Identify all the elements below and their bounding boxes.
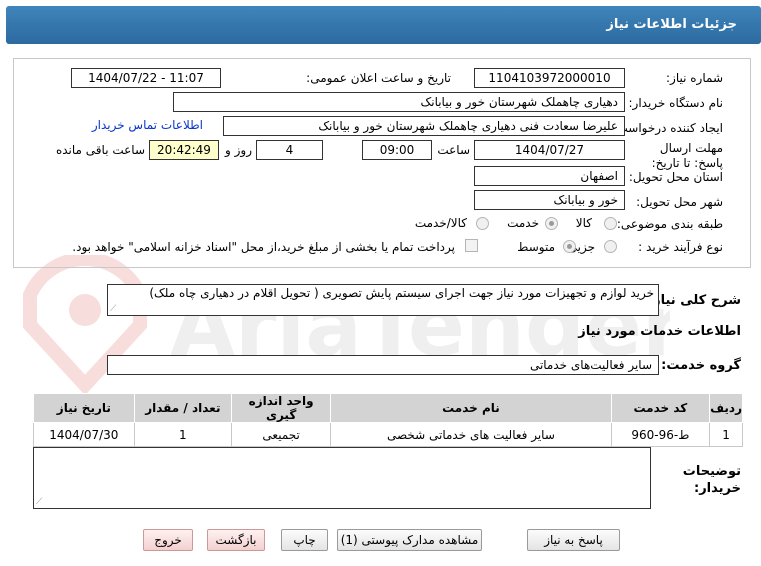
view-attachments-button[interactable]: مشاهده مدارک پیوستی (1) — [337, 529, 482, 551]
treasury-payment-checkbox[interactable] — [465, 239, 478, 252]
services-table: ردیف کد خدمت نام خدمت واحد اندازه گیری ت… — [33, 393, 743, 447]
cell-unit: تجمیعی — [230, 422, 332, 447]
buyer-org-label: نام دستگاه خریدار: — [628, 96, 724, 110]
cell-service-name: سایر فعالیت های خدماتی شخصی — [330, 422, 612, 447]
service-group-label: گروه خدمت: — [661, 358, 741, 373]
back-button[interactable]: بازگشت — [207, 529, 265, 551]
creator-field: علیرضا سعادت فنی دهیاری چاهملک شهرستان خ… — [223, 116, 625, 136]
day-and-label: روز و — [225, 143, 252, 157]
cell-need-date: 1404/07/30 — [33, 422, 135, 447]
city-label: شهر محل تحویل: — [636, 195, 723, 209]
buyer-contact-link[interactable]: اطلاعات تماس خریدار — [92, 118, 203, 132]
services-info-heading: اطلاعات خدمات مورد نیاز — [578, 324, 741, 339]
category-radio-service[interactable] — [545, 217, 558, 230]
description-field: خرید لوازم و تجهیزات مورد نیاز جهت اجرای… — [107, 284, 659, 316]
col-header-quantity: تعداد / مقدار — [133, 393, 232, 423]
creator-label: ایجاد کننده درخواست: — [612, 121, 723, 135]
deadline-time-field: 09:00 — [362, 140, 432, 160]
cell-quantity: 1 — [133, 422, 232, 447]
province-field: اصفهان — [474, 166, 625, 186]
category-option-goods: کالا — [575, 216, 592, 230]
buyer-notes-field[interactable]: ⟋ — [33, 447, 651, 509]
description-label: شرح کلی نیاز: — [647, 293, 741, 308]
page-header: جزئیات اطلاعات نیاز — [6, 6, 761, 44]
deadline-time-label: ساعت — [437, 143, 470, 157]
treasury-payment-note: پرداخت تمام یا بخشی از مبلغ خرید،از محل … — [72, 240, 455, 254]
process-option-medium: متوسط — [517, 240, 555, 254]
need-number-field: 1104103972000010 — [474, 68, 625, 88]
buyer-org-field: دهیاری چاهملک شهرستان خور و بیابانک — [173, 92, 625, 112]
process-radio-minor[interactable] — [604, 240, 617, 253]
category-radio-goods[interactable] — [604, 217, 617, 230]
reply-button[interactable]: پاسخ به نیاز — [527, 529, 620, 551]
cell-service-code: ط-96-960 — [610, 422, 711, 447]
city-field: خور و بیابانک — [474, 190, 625, 210]
col-header-unit: واحد اندازه گیری — [230, 393, 332, 423]
resize-grip-icon: ⟋ — [36, 497, 43, 507]
col-header-service-name: نام خدمت — [330, 393, 612, 423]
process-type-label: نوع فرآیند خرید : — [638, 240, 723, 254]
buyer-notes-label: توضیحات خریدار: — [682, 464, 741, 496]
province-label: استان محل تحویل: — [628, 170, 723, 184]
remaining-time-field: 20:42:49 — [149, 140, 219, 160]
deadline-date-field: 1404/07/27 — [474, 140, 625, 160]
col-header-need-date: تاریخ نیاز — [33, 393, 135, 423]
table-header-row: ردیف کد خدمت نام خدمت واحد اندازه گیری ت… — [33, 393, 743, 423]
category-radio-goods-service[interactable] — [476, 217, 489, 230]
category-option-service: خدمت — [507, 216, 539, 230]
cell-row-number: 1 — [709, 422, 743, 447]
category-label: طبقه بندی موضوعی: — [616, 217, 723, 231]
resize-grip-icon: ⟋ — [110, 304, 117, 314]
deadline-label: مهلت ارسال پاسخ: تا تاریخ: — [651, 141, 723, 170]
description-text: خرید لوازم و تجهیزات مورد نیاز جهت اجرای… — [149, 286, 654, 300]
print-button[interactable]: چاپ — [281, 529, 328, 551]
exit-button[interactable]: خروج — [143, 529, 193, 551]
category-option-goods-service: کالا/خدمت — [414, 216, 467, 230]
col-header-row-number: ردیف — [709, 393, 743, 423]
col-header-service-code: کد خدمت — [610, 393, 711, 423]
service-group-field: سایر فعالیت‌های خدماتی — [107, 355, 659, 375]
announce-datetime-field: 1404/07/22 - 11:07 — [71, 68, 221, 88]
table-row: 1 ط-96-960 سایر فعالیت های خدماتی شخصی ت… — [33, 422, 743, 447]
process-radio-medium[interactable] — [563, 240, 576, 253]
page-title: جزئیات اطلاعات نیاز — [606, 17, 737, 32]
announce-datetime-label: تاریخ و ساعت اعلان عمومی: — [306, 71, 451, 85]
remaining-label: ساعت باقی مانده — [55, 143, 145, 157]
days-remaining-field: 4 — [256, 140, 323, 160]
need-number-label: شماره نیاز: — [666, 71, 723, 85]
